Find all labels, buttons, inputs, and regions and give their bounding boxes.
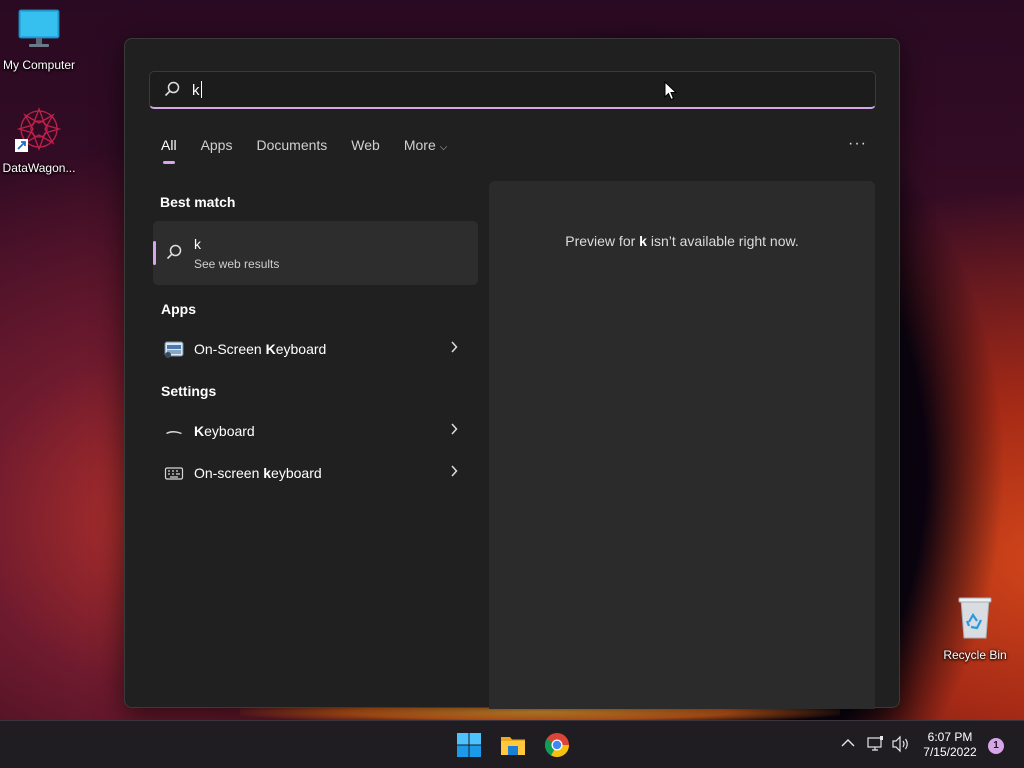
tab-more[interactable]: More ⌵: [404, 137, 448, 163]
chevron-right-icon: [450, 340, 458, 356]
best-match-title: k: [194, 236, 201, 252]
preview-message: Preview for k isn’t available right now.: [565, 233, 799, 249]
start-button[interactable]: [455, 731, 483, 759]
chevron-up-icon[interactable]: [841, 738, 855, 748]
tab-web[interactable]: Web: [351, 137, 380, 163]
desktop-icon-label: Recycle Bin: [943, 648, 1007, 662]
clock-time: 6:07 PM: [927, 730, 973, 744]
datawagon-logo-icon: [15, 107, 62, 152]
search-panel: k All Apps Documents Web More ⌵ ··· Best …: [124, 38, 900, 709]
settings-heading: Settings: [161, 383, 217, 399]
notification-badge[interactable]: 1: [988, 738, 1004, 754]
apps-heading: Apps: [161, 301, 196, 317]
desktop-icon-recycle-bin[interactable]: Recycle Bin: [935, 596, 1015, 662]
tab-more-label: More: [403, 137, 436, 153]
app-item-label: On-Screen Keyboard: [194, 341, 327, 357]
monitor-icon: [18, 9, 60, 47]
network-icon[interactable]: [866, 735, 884, 753]
on-screen-keyboard-icon: [164, 341, 184, 358]
chevron-right-icon: [450, 422, 458, 438]
keyboard-icon: [164, 467, 184, 480]
preview-pane: Preview for k isn’t available right now.: [489, 181, 875, 709]
best-match-heading: Best match: [160, 194, 236, 210]
taskbar: 6:07 PM 7/15/2022 1: [0, 720, 1024, 768]
desktop-icon-datawagon[interactable]: DataWagon...: [0, 105, 79, 175]
best-match-subtitle: See web results: [194, 257, 280, 271]
chrome-icon[interactable]: [543, 731, 571, 759]
taskbar-clock[interactable]: 6:07 PM 7/15/2022: [905, 730, 995, 760]
desktop-icon-label: My Computer: [2, 58, 76, 72]
text-caret: [200, 81, 202, 98]
setting-item-label: On-screen keyboard: [194, 465, 322, 481]
search-tabs: All Apps Documents Web More ⌵: [161, 137, 471, 164]
tab-documents[interactable]: Documents: [256, 137, 327, 163]
best-match-item[interactable]: k See web results: [153, 221, 478, 285]
more-options-button[interactable]: ···: [848, 135, 867, 153]
desktop-icon-label: DataWagon...: [2, 161, 76, 175]
search-query: k: [192, 81, 202, 99]
desktop-icon-my-computer[interactable]: My Computer: [0, 8, 79, 72]
app-item-on-screen-keyboard[interactable]: On-Screen Keyboard: [153, 332, 478, 366]
file-explorer-icon[interactable]: [499, 731, 527, 759]
selection-indicator: [153, 241, 156, 265]
clock-date: 7/15/2022: [923, 745, 977, 759]
tab-all[interactable]: All: [161, 137, 177, 164]
mouse-pointer-icon: [664, 81, 678, 101]
keyboard-setting-icon: [166, 431, 182, 434]
setting-item-label: Keyboard: [194, 423, 255, 439]
recycle-bin-icon: [958, 597, 992, 639]
search-icon: [166, 244, 182, 260]
tab-apps[interactable]: Apps: [201, 137, 233, 163]
setting-item-on-screen-keyboard[interactable]: On-screen keyboard: [153, 456, 478, 490]
search-icon: [164, 81, 180, 97]
setting-item-keyboard[interactable]: Keyboard: [153, 414, 478, 448]
chevron-down-icon: ⌵: [439, 142, 448, 153]
search-input[interactable]: k: [149, 71, 876, 109]
chevron-right-icon: [450, 464, 458, 480]
